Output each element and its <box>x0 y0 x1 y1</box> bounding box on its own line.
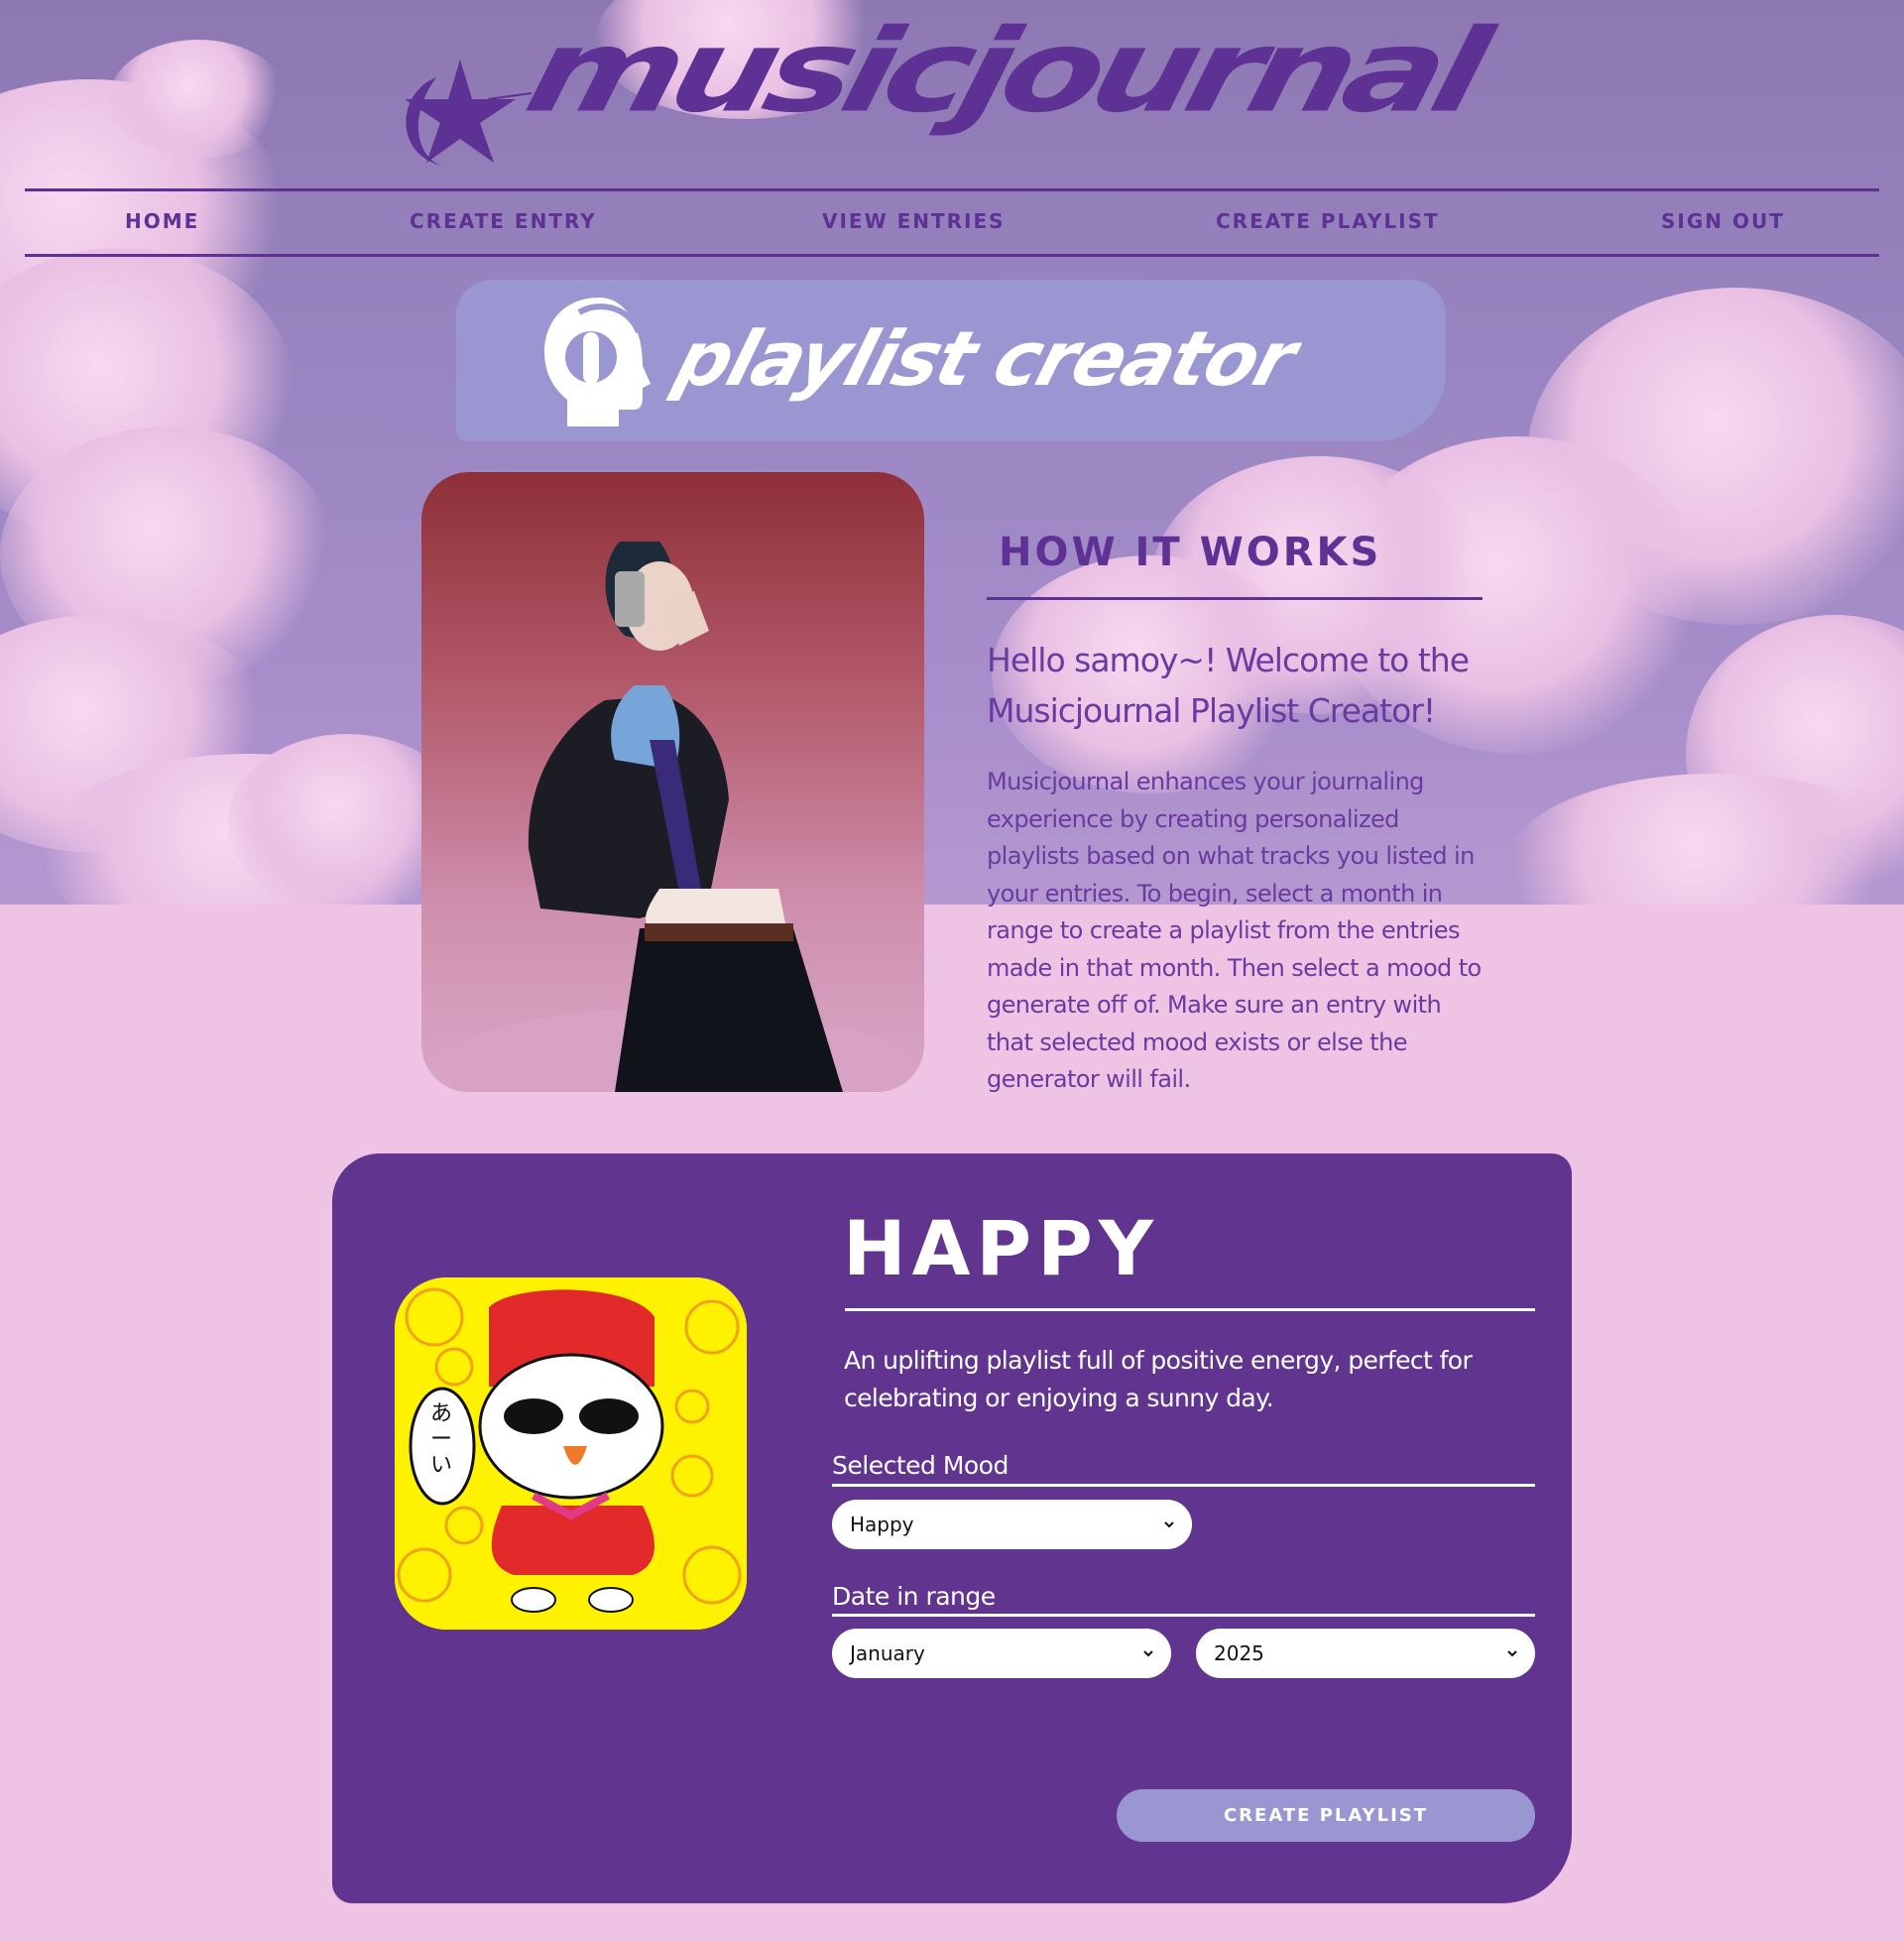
date-range-label: Date in range <box>832 1582 996 1611</box>
selected-mood-label: Selected Mood <box>832 1451 1009 1480</box>
mood-title: HAPPY <box>843 1204 1159 1292</box>
month-select-value: January <box>850 1641 925 1665</box>
selected-mood-divider <box>832 1484 1535 1487</box>
page-banner: playlist creator <box>456 280 1446 441</box>
mood-description: An uplifting playlist full of positive e… <box>844 1346 1473 1412</box>
welcome-greeting: Hello samoy~! Welcome to the Musicjourna… <box>987 641 1470 730</box>
chevron-down-icon <box>1164 1521 1174 1528</box>
main-nav: HOME CREATE ENTRY VIEW ENTRIES CREATE PL… <box>25 188 1879 257</box>
nav-view-entries[interactable]: VIEW ENTRIES <box>822 209 1006 233</box>
nav-sign-out[interactable]: SIGN OUT <box>1661 209 1785 233</box>
mood-select-value: Happy <box>850 1513 914 1536</box>
date-range-divider <box>832 1614 1535 1617</box>
nav-create-entry[interactable]: CREATE ENTRY <box>410 209 597 233</box>
year-select-value: 2025 <box>1214 1641 1264 1665</box>
how-it-works-description: Musicjournal enhances your journaling ex… <box>987 768 1482 1093</box>
how-it-works-title: HOW IT WORKS <box>999 530 1382 575</box>
create-playlist-button[interactable]: CREATE PLAYLIST <box>1117 1789 1535 1842</box>
sticker-text: あーい <box>430 1401 453 1478</box>
featured-photo <box>421 472 924 1092</box>
chevron-down-icon <box>1143 1650 1153 1657</box>
mood-title-divider <box>845 1308 1535 1311</box>
moon-star-icon <box>405 60 533 167</box>
mood-select[interactable]: Happy <box>832 1500 1192 1549</box>
logo-text: musicjournal <box>514 4 1493 138</box>
how-it-works-divider <box>987 597 1483 600</box>
chevron-down-icon <box>1507 1650 1517 1657</box>
mood-sticker-image: あーい <box>395 1277 747 1630</box>
month-select[interactable]: January <box>832 1629 1171 1678</box>
headphones-head-icon <box>544 298 651 426</box>
playlist-form-card: あーい HAPPY An uplifting playlist full of … <box>332 1153 1572 1903</box>
year-select[interactable]: 2025 <box>1196 1629 1535 1678</box>
site-logo[interactable]: musicjournal <box>367 5 1577 173</box>
nav-create-playlist[interactable]: CREATE PLAYLIST <box>1216 209 1440 233</box>
banner-title: playlist creator <box>665 314 1305 403</box>
nav-home[interactable]: HOME <box>125 209 199 233</box>
